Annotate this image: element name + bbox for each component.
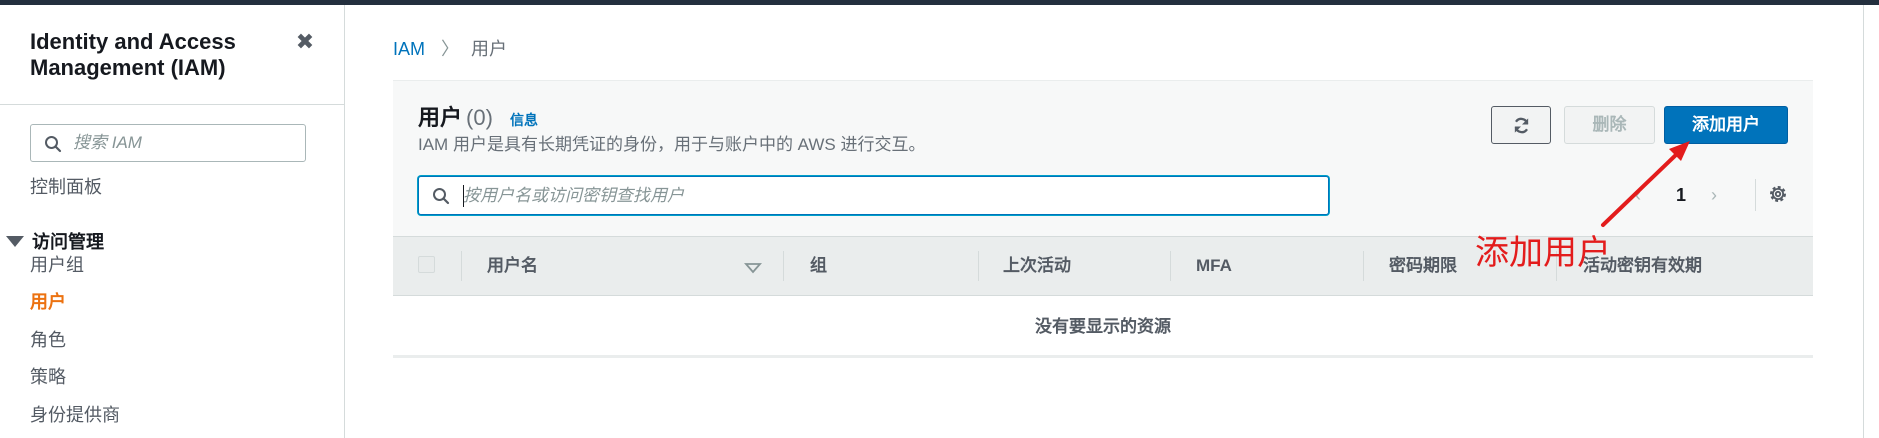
search-icon bbox=[45, 136, 62, 153]
column-divider bbox=[1170, 251, 1171, 281]
sidebar-section-access-management[interactable]: 访问管理 bbox=[6, 231, 104, 253]
sidebar-section-label: 访问管理 bbox=[32, 232, 104, 252]
sidebar-item-dashboard[interactable]: 控制面板 bbox=[30, 176, 102, 198]
users-panel-header: 用户 (0) 信息 IAM 用户是具有长期凭证的身份，用于与账户中的 AWS 进行… bbox=[393, 81, 1813, 236]
refresh-icon bbox=[1514, 117, 1529, 134]
column-header-last-activity[interactable]: 上次活动 bbox=[1003, 255, 1071, 277]
breadcrumb: IAM 〉用户 bbox=[393, 38, 507, 60]
page-title: 用户 (0) bbox=[418, 105, 493, 131]
search-icon bbox=[433, 188, 450, 205]
column-divider bbox=[461, 251, 462, 281]
sidebar-item-identity-providers[interactable]: 身份提供商 bbox=[30, 404, 120, 426]
sidebar-item-user-groups[interactable]: 用户组 bbox=[30, 254, 84, 276]
column-divider bbox=[1363, 251, 1364, 281]
page-description: IAM 用户是具有长期凭证的身份，用于与账户中的 AWS 进行交互。 bbox=[418, 135, 926, 154]
annotation-label: 添加用户 bbox=[1475, 234, 1611, 272]
gear-icon[interactable] bbox=[1767, 183, 1789, 205]
page-title-text: 用户 bbox=[418, 105, 463, 130]
column-header-password-age[interactable]: 密码期限 bbox=[1389, 255, 1457, 277]
column-header-groups[interactable]: 组 bbox=[810, 255, 827, 277]
user-search[interactable] bbox=[418, 176, 1329, 215]
user-search-input[interactable] bbox=[463, 184, 1313, 208]
column-divider bbox=[783, 251, 784, 281]
pagination-divider bbox=[1755, 179, 1756, 211]
add-user-button[interactable]: 添加用户 bbox=[1664, 106, 1788, 144]
pagination-page[interactable]: 1 bbox=[1676, 183, 1686, 207]
sidebar: Identity and Access Management (IAM) ✖ 控… bbox=[0, 5, 345, 438]
info-link[interactable]: 信息 bbox=[510, 111, 538, 129]
close-icon[interactable]: ✖ bbox=[294, 31, 316, 53]
refresh-button[interactable] bbox=[1491, 106, 1551, 144]
sidebar-search[interactable] bbox=[30, 124, 306, 162]
delete-button[interactable]: 删除 bbox=[1564, 106, 1655, 144]
empty-state-message: 没有要显示的资源 bbox=[393, 296, 1813, 358]
column-header-username[interactable]: 用户名 bbox=[487, 255, 538, 277]
sidebar-item-policies[interactable]: 策略 bbox=[30, 366, 66, 388]
sidebar-divider bbox=[0, 104, 344, 105]
column-header-mfa[interactable]: MFA bbox=[1196, 255, 1232, 277]
chevron-right-icon: 〉 bbox=[441, 39, 460, 59]
breadcrumb-iam[interactable]: IAM bbox=[393, 39, 425, 59]
sort-down-icon[interactable] bbox=[744, 262, 762, 274]
sidebar-item-roles[interactable]: 角色 bbox=[30, 329, 66, 351]
user-count: (0) bbox=[466, 105, 493, 130]
column-divider bbox=[978, 251, 979, 281]
sidebar-search-input[interactable] bbox=[73, 131, 298, 155]
select-all-checkbox[interactable] bbox=[418, 256, 435, 273]
breadcrumb-current: 用户 bbox=[471, 39, 508, 59]
sidebar-item-users[interactable]: 用户 bbox=[30, 291, 66, 313]
users-panel: 用户 (0) 信息 IAM 用户是具有长期凭证的身份，用于与账户中的 AWS 进行… bbox=[393, 80, 1813, 358]
pagination-previous[interactable]: ‹ bbox=[1635, 183, 1641, 207]
caret-down-icon bbox=[6, 235, 24, 247]
sidebar-title: Identity and Access Management (IAM) bbox=[30, 29, 236, 80]
scrollbar-edge bbox=[1863, 5, 1864, 438]
pagination-next[interactable]: › bbox=[1711, 183, 1717, 207]
